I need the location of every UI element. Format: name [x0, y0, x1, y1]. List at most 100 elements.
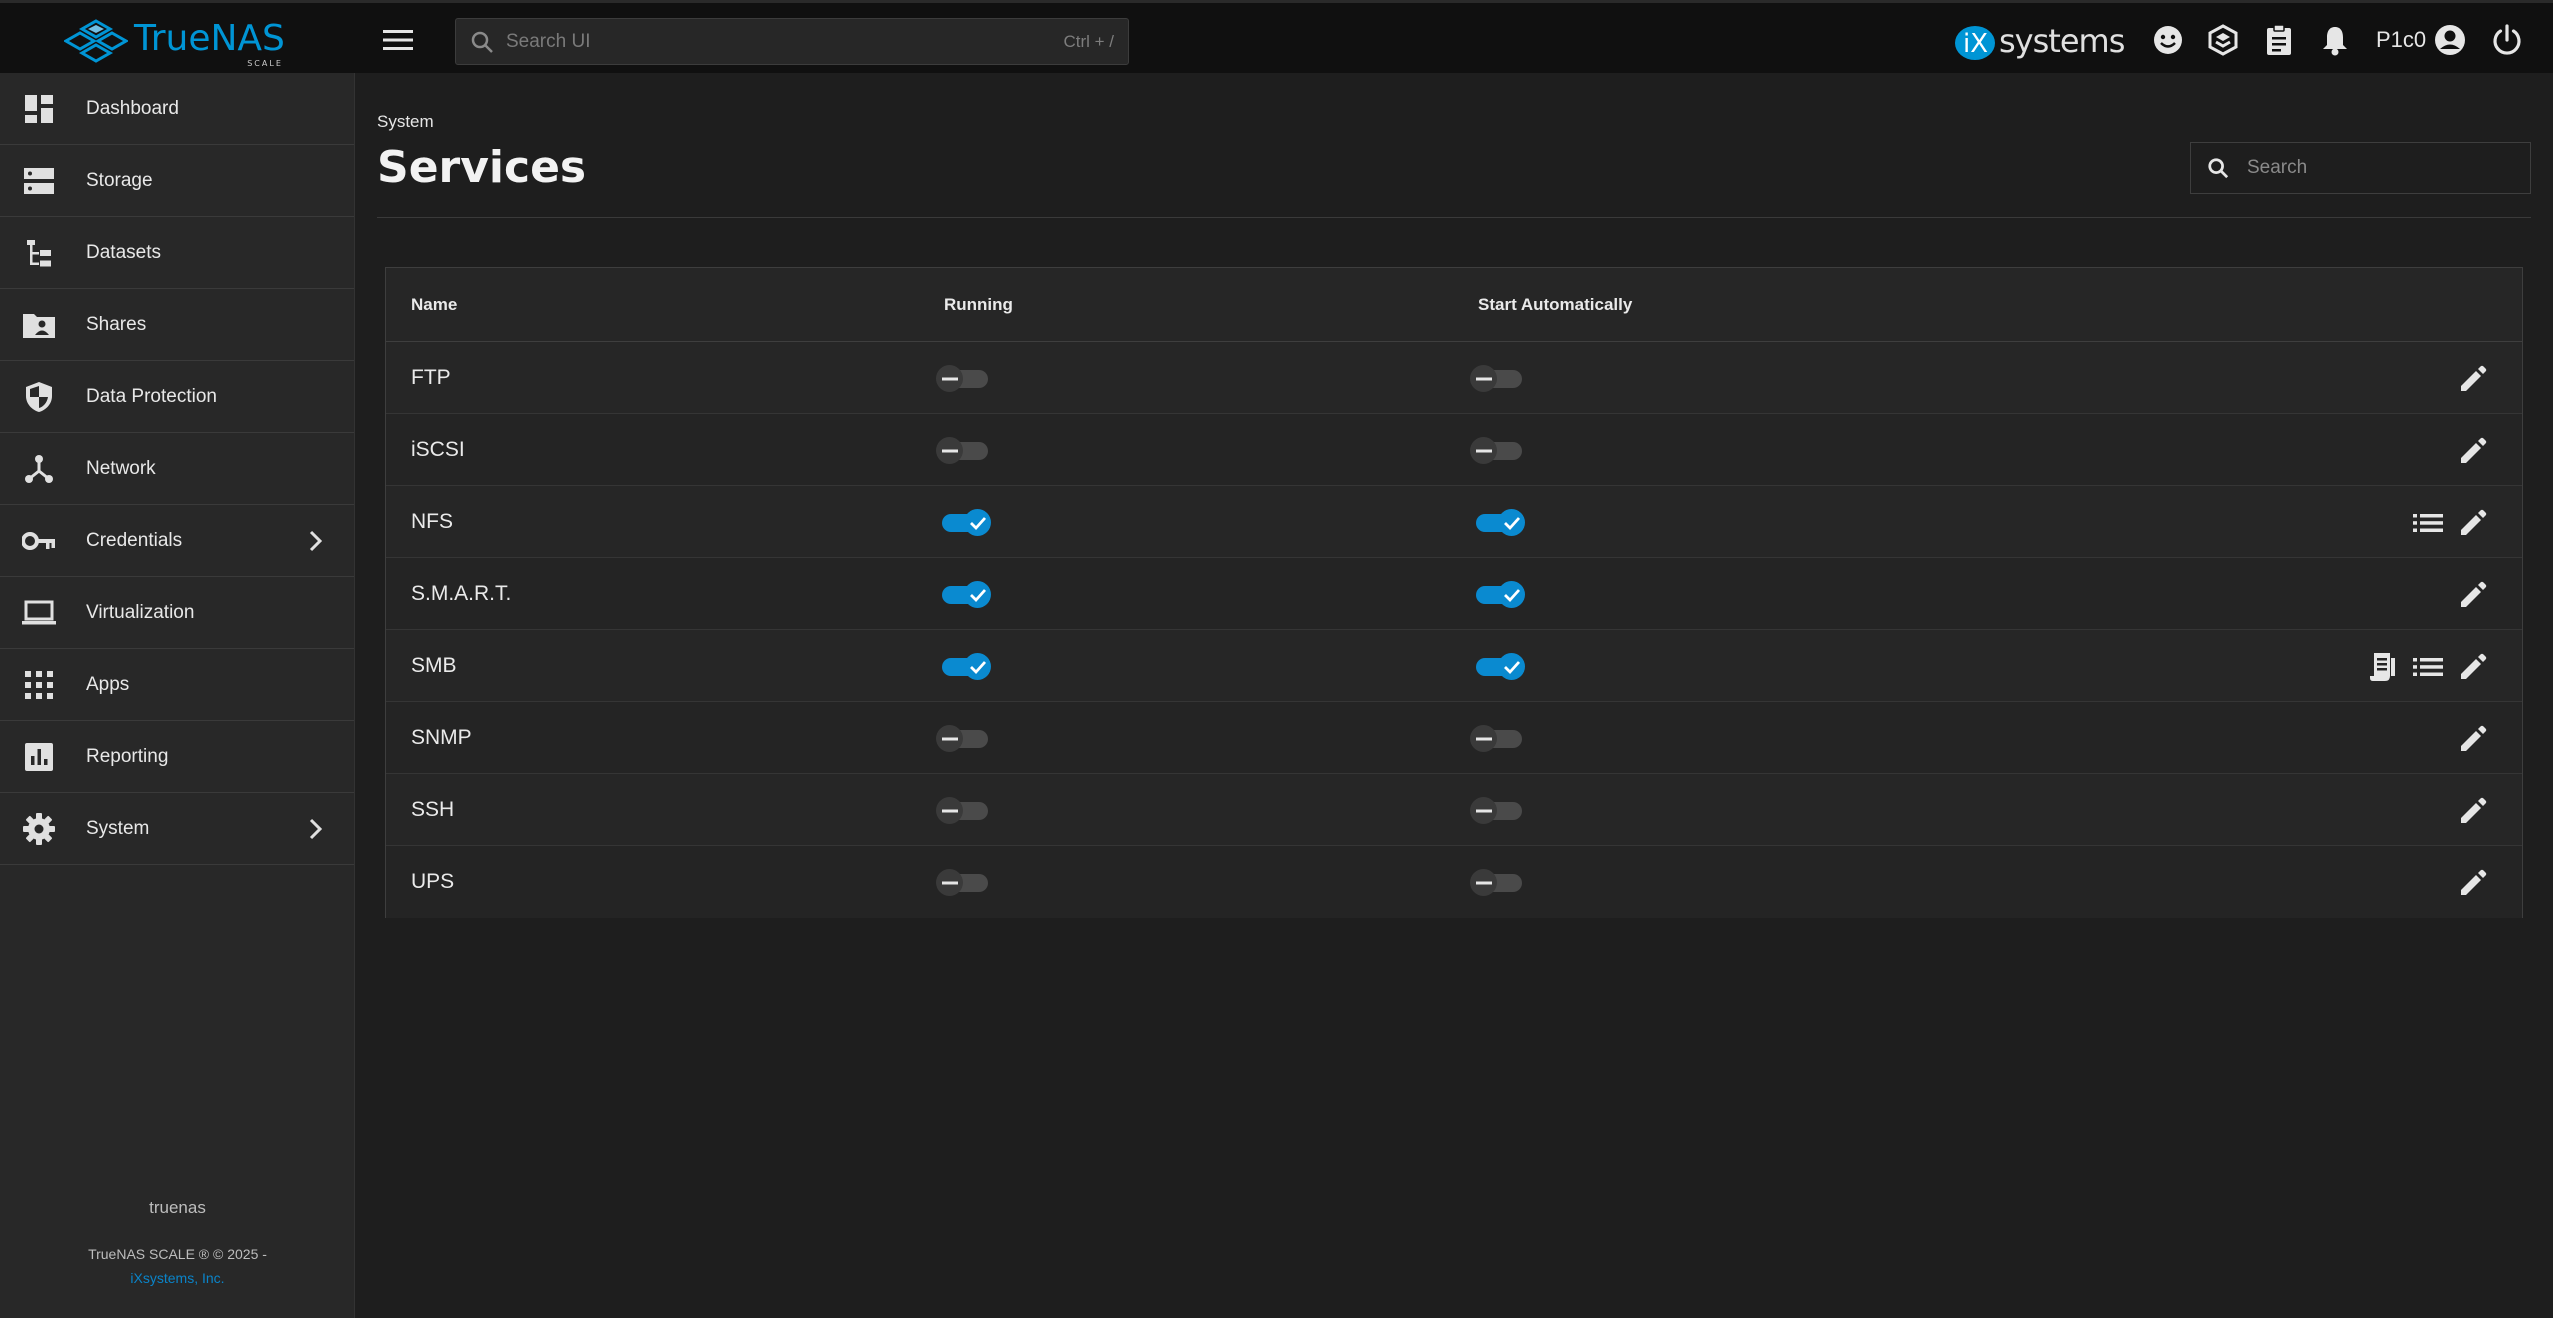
table-body: FTP iSCSI NFS S.M.A.R.T. SMB SNMP SSH UP…: [386, 342, 2522, 918]
minus-icon: [1475, 881, 1492, 884]
sidebar-item-label: Dashboard: [86, 97, 179, 119]
dashboard-icon: [22, 92, 56, 126]
table-row: UPS: [386, 846, 2522, 918]
running-toggle[interactable]: [936, 365, 992, 392]
edit-button[interactable]: [2456, 650, 2490, 684]
logo-subtitle: SCALE: [247, 59, 283, 68]
column-header-name[interactable]: Name: [411, 295, 457, 315]
sidebar-item-label: Network: [86, 457, 156, 479]
toggle-thumb: [1498, 581, 1525, 608]
sidebar-item-credentials[interactable]: Credentials: [0, 505, 354, 577]
chevron-right-icon: [300, 814, 330, 844]
edit-button[interactable]: [2456, 434, 2490, 468]
search-icon: [2208, 158, 2229, 179]
sidebar-item-apps[interactable]: Apps: [0, 649, 354, 721]
edit-button[interactable]: [2456, 506, 2490, 540]
start-automatically-toggle[interactable]: [1470, 509, 1526, 536]
column-header-running[interactable]: Running: [944, 295, 1013, 315]
service-name: UPS: [411, 870, 455, 893]
pencil-icon: [2458, 436, 2488, 466]
minus-icon: [1475, 809, 1492, 812]
audit-log-button[interactable]: [2366, 650, 2400, 684]
sidebar-item-label: Storage: [86, 169, 153, 191]
logs-button[interactable]: [2411, 650, 2445, 684]
menu-toggle-button[interactable]: [380, 22, 416, 58]
truecommand-button[interactable]: [2205, 22, 2241, 58]
start-automatically-toggle[interactable]: [1470, 653, 1526, 680]
sidebar-item-datasets[interactable]: Datasets: [0, 217, 354, 289]
running-toggle[interactable]: [936, 437, 992, 464]
sidebar-item-shares[interactable]: Shares: [0, 289, 354, 361]
sidebar-item-dashboard[interactable]: Dashboard: [0, 73, 354, 145]
sidebar-item-label: Shares: [86, 313, 147, 335]
clipboard-icon: [2267, 24, 2291, 55]
page-title: Services: [377, 142, 587, 193]
company-link[interactable]: iXsystems, Inc.: [130, 1270, 224, 1286]
global-search-box[interactable]: Ctrl + /: [455, 18, 1129, 65]
toggle-thumb: [936, 797, 963, 824]
toggle-thumb: [1470, 365, 1497, 392]
edit-button[interactable]: [2456, 866, 2490, 900]
start-automatically-toggle[interactable]: [1470, 869, 1526, 896]
edit-button[interactable]: [2456, 362, 2490, 396]
minus-icon: [941, 881, 958, 884]
toggle-thumb: [936, 869, 963, 896]
ixsystems-logo[interactable]: iX systems: [1953, 19, 2125, 63]
sidebar-item-label: Apps: [86, 673, 130, 695]
minus-icon: [941, 377, 958, 380]
minus-icon: [1475, 449, 1492, 452]
running-toggle[interactable]: [936, 869, 992, 896]
toggle-thumb: [936, 725, 963, 752]
breadcrumb[interactable]: System: [377, 112, 434, 132]
copyright-label: TrueNAS SCALE ® © 2025 -: [88, 1246, 267, 1262]
check-icon: [1503, 660, 1520, 674]
sidebar-item-virtualization[interactable]: Virtualization: [0, 577, 354, 649]
feedback-button[interactable]: [2150, 22, 2186, 58]
global-search-input[interactable]: [506, 30, 1064, 53]
jobs-button[interactable]: [2261, 22, 2297, 58]
running-toggle[interactable]: [936, 725, 992, 752]
sidebar-item-network[interactable]: Network: [0, 433, 354, 505]
network-icon: [22, 452, 56, 486]
running-toggle[interactable]: [936, 653, 992, 680]
edit-button[interactable]: [2456, 578, 2490, 612]
account-button[interactable]: [2432, 22, 2468, 58]
service-name: SMB: [411, 654, 457, 677]
sidebar-item-system[interactable]: System: [0, 793, 354, 865]
power-icon: [2493, 24, 2521, 55]
search-icon: [471, 31, 493, 53]
sidebar-item-data-protection[interactable]: Data Protection: [0, 361, 354, 433]
list-icon: [2413, 655, 2443, 679]
minus-icon: [941, 449, 958, 452]
services-table: Name Running Start Automatically FTP iSC…: [385, 267, 2523, 918]
key-icon: [22, 524, 56, 558]
sidebar-item-reporting[interactable]: Reporting: [0, 721, 354, 793]
logs-button[interactable]: [2411, 506, 2445, 540]
truenas-logo[interactable]: TrueNAS SCALE: [64, 15, 294, 68]
edit-button[interactable]: [2456, 794, 2490, 828]
column-header-start-automatically[interactable]: Start Automatically: [1478, 295, 1632, 315]
table-row: iSCSI: [386, 414, 2522, 486]
storage-icon: [22, 164, 56, 198]
sidebar-item-storage[interactable]: Storage: [0, 145, 354, 217]
running-toggle[interactable]: [936, 797, 992, 824]
power-button[interactable]: [2489, 22, 2525, 58]
running-toggle[interactable]: [936, 509, 992, 536]
start-automatically-toggle[interactable]: [1470, 581, 1526, 608]
ixsystems-logo-text: systems: [1999, 22, 2125, 60]
sidebar-item-label: Reporting: [86, 745, 169, 767]
start-automatically-toggle[interactable]: [1470, 365, 1526, 392]
services-search-box[interactable]: [2190, 142, 2531, 194]
services-search-input[interactable]: [2247, 157, 2514, 179]
laptop-icon: [22, 596, 56, 630]
alerts-button[interactable]: [2317, 22, 2353, 58]
start-automatically-toggle[interactable]: [1470, 725, 1526, 752]
running-toggle[interactable]: [936, 581, 992, 608]
edit-button[interactable]: [2456, 722, 2490, 756]
start-automatically-toggle[interactable]: [1470, 437, 1526, 464]
sidebar-item-label: Datasets: [86, 241, 161, 263]
service-name: SNMP: [411, 726, 472, 749]
pencil-icon: [2458, 868, 2488, 898]
table-row: SSH: [386, 774, 2522, 846]
start-automatically-toggle[interactable]: [1470, 797, 1526, 824]
